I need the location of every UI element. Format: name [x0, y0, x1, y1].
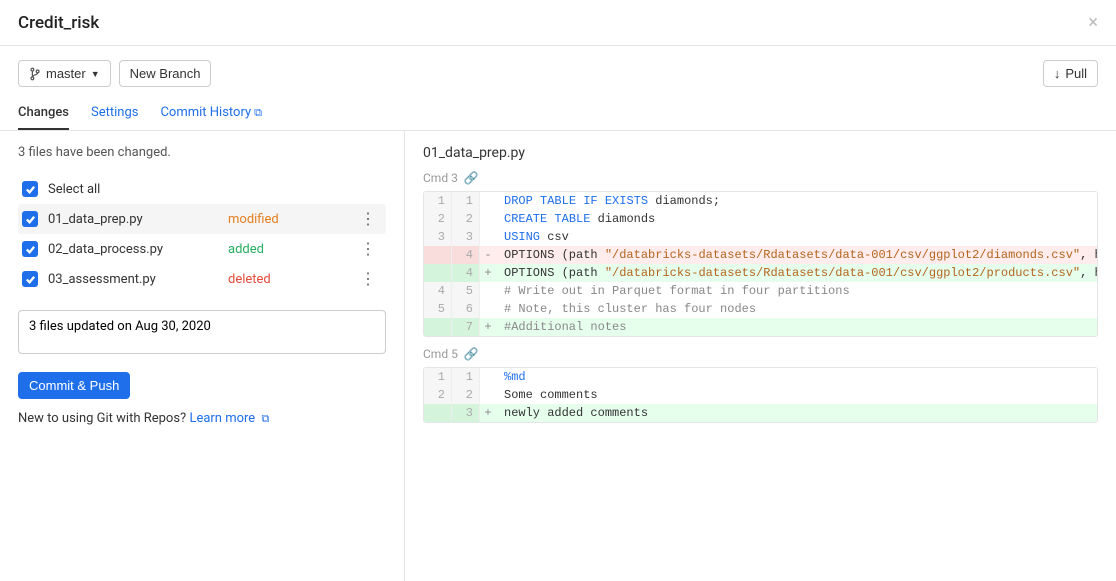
file-row[interactable]: 02_data_process.pyadded⋮: [18, 234, 386, 264]
file-status: added: [228, 242, 354, 257]
kebab-icon[interactable]: ⋮: [354, 211, 382, 227]
kebab-icon[interactable]: ⋮: [354, 241, 382, 257]
checkbox-icon[interactable]: [22, 271, 38, 287]
kebab-icon[interactable]: ⋮: [354, 271, 382, 287]
select-all-label: Select all: [48, 182, 100, 197]
tab-commit-history[interactable]: Commit History⧉: [160, 97, 262, 130]
file-name: 03_assessment.py: [48, 272, 228, 287]
diff-line: 45# Write out in Parquet format in four …: [424, 282, 1097, 300]
diff-line: 22CREATE TABLE diamonds: [424, 210, 1097, 228]
checkbox-icon[interactable]: [22, 241, 38, 257]
diff-filename: 01_data_prep.py: [423, 145, 1098, 161]
external-link-icon: ⧉: [254, 106, 262, 119]
file-name: 01_data_prep.py: [48, 212, 228, 227]
checkbox-icon[interactable]: [22, 181, 38, 197]
commit-push-button[interactable]: Commit & Push: [18, 372, 130, 399]
diff-line: 3+newly added comments: [424, 404, 1097, 422]
diff-line: 22Some comments: [424, 386, 1097, 404]
file-status: deleted: [228, 272, 354, 287]
branch-name: master: [46, 66, 86, 81]
commit-message-input[interactable]: [18, 310, 386, 354]
down-arrow-icon: ↓: [1054, 66, 1061, 81]
diff-line: 11%md: [424, 368, 1097, 386]
external-link-icon: ⧉: [261, 412, 269, 425]
file-name: 02_data_process.py: [48, 242, 228, 257]
select-all-row[interactable]: Select all: [18, 174, 386, 204]
diff-line: 11DROP TABLE IF EXISTS diamonds;: [424, 192, 1097, 210]
chevron-down-icon: ▼: [91, 69, 100, 79]
cmd-label-2: Cmd 5 🔗: [423, 347, 1098, 361]
diff-line: 4+OPTIONS (path "/databricks-datasets/Rd…: [424, 264, 1097, 282]
diff-line: 56# Note, this cluster has four nodes: [424, 300, 1097, 318]
file-row[interactable]: 03_assessment.pydeleted⋮: [18, 264, 386, 294]
learn-more-link[interactable]: Learn more ⧉: [189, 411, 269, 426]
diff-line: 33USING csv: [424, 228, 1097, 246]
checkbox-icon[interactable]: [22, 211, 38, 227]
diff-line: 4-OPTIONS (path "/databricks-datasets/Rd…: [424, 246, 1097, 264]
tab-changes[interactable]: Changes: [18, 97, 69, 130]
cmd-label-1: Cmd 3 🔗: [423, 171, 1098, 185]
diff-line: 7+#Additional notes: [424, 318, 1097, 336]
file-status: modified: [228, 212, 354, 227]
help-text: New to using Git with Repos? Learn more …: [18, 411, 386, 426]
page-title: Credit_risk: [18, 13, 99, 33]
diff-block: 11DROP TABLE IF EXISTS diamonds;22CREATE…: [423, 191, 1098, 337]
new-branch-button[interactable]: New Branch: [119, 60, 212, 87]
file-row[interactable]: 01_data_prep.pymodified⋮: [18, 204, 386, 234]
link-icon[interactable]: 🔗: [464, 347, 479, 361]
close-icon[interactable]: ×: [1088, 12, 1098, 33]
pull-button[interactable]: ↓ Pull: [1043, 60, 1098, 87]
tab-settings[interactable]: Settings: [91, 97, 138, 130]
link-icon[interactable]: 🔗: [464, 171, 479, 185]
branch-selector[interactable]: master ▼: [18, 60, 111, 87]
changes-summary: 3 files have been changed.: [18, 145, 386, 160]
diff-block: 11%md22Some comments3+newly added commen…: [423, 367, 1098, 423]
branch-icon: [29, 67, 41, 81]
